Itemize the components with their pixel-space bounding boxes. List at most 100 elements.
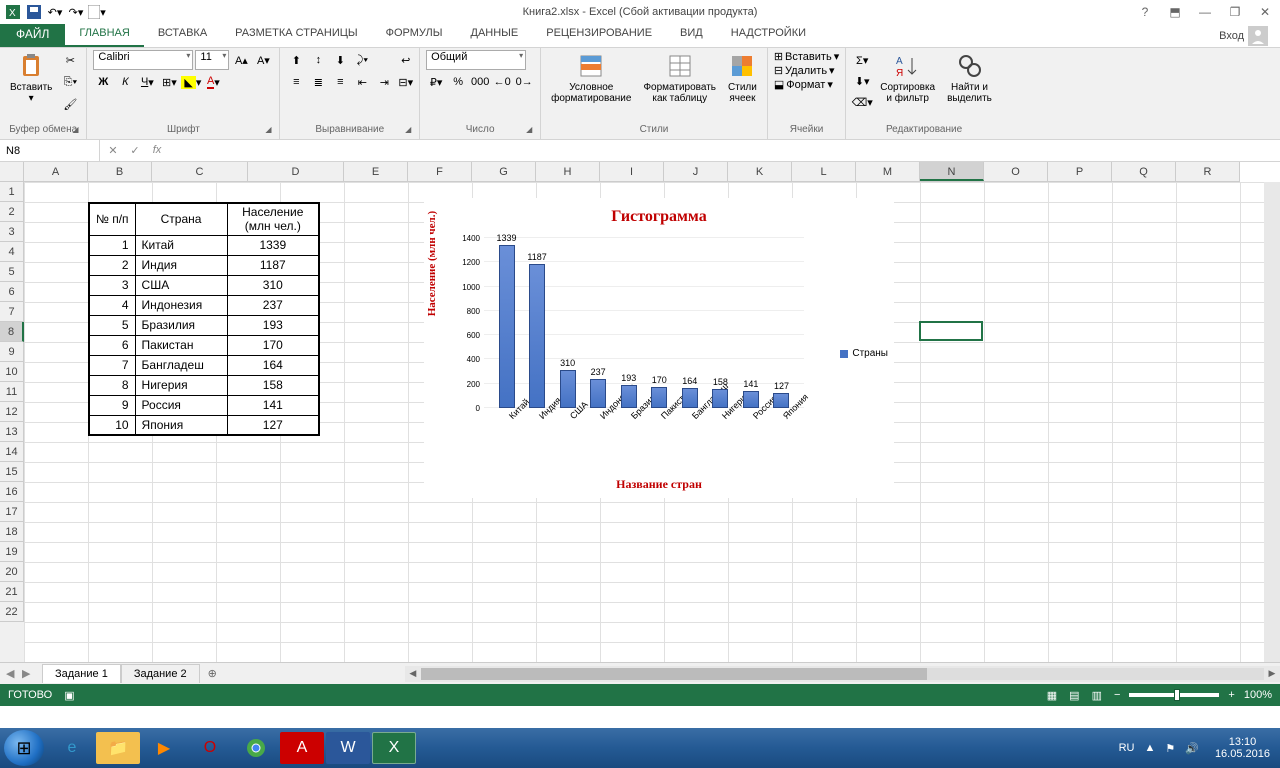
col-F[interactable]: F — [408, 162, 472, 181]
table-cell[interactable]: 141 — [227, 395, 319, 415]
table-cell[interactable]: Бангладеш — [135, 355, 227, 375]
tab-формулы[interactable]: ФОРМУЛЫ — [372, 24, 457, 47]
tray-chevron-icon[interactable]: ▲ — [1144, 742, 1155, 754]
zoom-in-button[interactable]: + — [1225, 689, 1237, 701]
row-6[interactable]: 6 — [0, 282, 24, 302]
table-cell[interactable]: 310 — [227, 275, 319, 295]
delete-cells-button[interactable]: ⊟Удалить ▾ — [774, 64, 839, 77]
align-center-button[interactable]: ≣ — [308, 72, 328, 92]
table-cell[interactable]: США — [135, 275, 227, 295]
col-E[interactable]: E — [344, 162, 408, 181]
col-G[interactable]: G — [472, 162, 536, 181]
row-18[interactable]: 18 — [0, 522, 24, 542]
sheet-tab[interactable]: Задание 1 — [42, 664, 121, 683]
clipboard-launcher[interactable]: ◢ — [72, 125, 84, 137]
table-cell[interactable]: 237 — [227, 295, 319, 315]
font-launcher[interactable]: ◢ — [265, 125, 277, 137]
row-22[interactable]: 22 — [0, 602, 24, 622]
taskbar-opera[interactable]: O — [188, 732, 232, 764]
col-P[interactable]: P — [1048, 162, 1112, 181]
table-cell[interactable]: 9 — [89, 395, 135, 415]
table-cell[interactable]: 4 — [89, 295, 135, 315]
row-10[interactable]: 10 — [0, 362, 24, 382]
taskbar-word[interactable]: W — [326, 732, 370, 764]
select-all-corner[interactable] — [0, 162, 24, 182]
table-cell[interactable]: 164 — [227, 355, 319, 375]
minimize-icon[interactable]: — — [1194, 3, 1216, 21]
table-cell[interactable]: 127 — [227, 415, 319, 435]
row-1[interactable]: 1 — [0, 182, 24, 202]
fillcolor-button[interactable]: ◣▾ — [181, 72, 201, 92]
table-cell[interactable]: Россия — [135, 395, 227, 415]
table-cell[interactable]: Пакистан — [135, 335, 227, 355]
col-K[interactable]: K — [728, 162, 792, 181]
col-O[interactable]: O — [984, 162, 1048, 181]
zoom-thumb[interactable] — [1174, 689, 1180, 701]
wrap-button[interactable]: ↩ — [398, 50, 413, 70]
tray-lang[interactable]: RU — [1119, 742, 1135, 754]
tray-flag-icon[interactable]: ⚑ — [1165, 742, 1175, 755]
table-cell[interactable]: 1187 — [227, 255, 319, 275]
view-layout-button[interactable]: ▤ — [1066, 689, 1082, 702]
tab-вид[interactable]: ВИД — [666, 24, 717, 47]
increase-font-button[interactable]: A▴ — [231, 50, 251, 70]
add-sheet-button[interactable]: ⊕ — [200, 667, 225, 680]
view-normal-button[interactable]: ▦ — [1044, 689, 1060, 702]
find-select-button[interactable]: Найти и выделить — [943, 50, 996, 106]
chart[interactable]: Гистограмма Население (млн чел.) 0200400… — [424, 198, 894, 498]
tab-главная[interactable]: ГЛАВНАЯ — [65, 24, 143, 47]
row-5[interactable]: 5 — [0, 262, 24, 282]
row-19[interactable]: 19 — [0, 542, 24, 562]
row-15[interactable]: 15 — [0, 462, 24, 482]
tray-clock[interactable]: 13:10 16.05.2016 — [1209, 736, 1276, 760]
format-table-button[interactable]: Форматировать как таблицу — [639, 50, 720, 106]
cell-area[interactable]: № п/пСтранаНаселение (млн чел.) 1Китай13… — [24, 182, 1264, 662]
col-R[interactable]: R — [1176, 162, 1240, 181]
italic-button[interactable]: К — [115, 72, 135, 92]
conditional-format-button[interactable]: Условное форматирование — [547, 50, 635, 106]
clear-button[interactable]: ⌫▾ — [852, 92, 872, 112]
underline-button[interactable]: Ч▾ — [137, 72, 157, 92]
fx-icon[interactable]: fx — [148, 144, 166, 157]
scroll-right-icon[interactable]: ▶ — [1264, 668, 1280, 679]
table-cell[interactable]: Япония — [135, 415, 227, 435]
tab-рецензирование[interactable]: РЕЦЕНЗИРОВАНИЕ — [532, 24, 666, 47]
row-11[interactable]: 11 — [0, 382, 24, 402]
col-N[interactable]: N — [920, 162, 984, 181]
table-cell[interactable]: Индия — [135, 255, 227, 275]
col-C[interactable]: C — [152, 162, 248, 181]
taskbar-chrome[interactable] — [234, 732, 278, 764]
fontsize-combo[interactable]: 11 — [195, 50, 229, 70]
autosum-button[interactable]: Σ▾ — [852, 50, 872, 70]
comma-button[interactable]: 000 — [470, 72, 490, 92]
align-right-button[interactable]: ≡ — [330, 72, 350, 92]
number-launcher[interactable]: ◢ — [526, 125, 538, 137]
col-A[interactable]: A — [24, 162, 88, 181]
col-H[interactable]: H — [536, 162, 600, 181]
row-7[interactable]: 7 — [0, 302, 24, 322]
horizontal-scrollbar[interactable]: ◀ ▶ — [405, 666, 1280, 682]
col-L[interactable]: L — [792, 162, 856, 181]
table-cell[interactable]: 2 — [89, 255, 135, 275]
tray-volume-icon[interactable]: 🔊 — [1185, 742, 1199, 755]
scroll-thumb[interactable] — [421, 668, 927, 680]
table-cell[interactable]: 3 — [89, 275, 135, 295]
save-icon[interactable] — [25, 3, 43, 21]
percent-button[interactable]: % — [448, 72, 468, 92]
font-combo[interactable]: Calibri — [93, 50, 193, 70]
col-J[interactable]: J — [664, 162, 728, 181]
tab-данные[interactable]: ДАННЫЕ — [457, 24, 533, 47]
table-cell[interactable]: 10 — [89, 415, 135, 435]
sheet-nav-next[interactable]: ▶ — [22, 667, 36, 680]
table-cell[interactable]: 5 — [89, 315, 135, 335]
taskbar-ie[interactable]: e — [50, 732, 94, 764]
align-bottom-button[interactable]: ⬇ — [330, 50, 350, 70]
indent-dec-button[interactable]: ⇤ — [352, 72, 372, 92]
row-14[interactable]: 14 — [0, 442, 24, 462]
row-17[interactable]: 17 — [0, 502, 24, 522]
row-12[interactable]: 12 — [0, 402, 24, 422]
cancel-formula-icon[interactable]: ✕ — [104, 144, 122, 157]
fill-button[interactable]: ⬇▾ — [852, 71, 872, 91]
row-2[interactable]: 2 — [0, 202, 24, 222]
zoom-out-button[interactable]: − — [1111, 689, 1123, 701]
